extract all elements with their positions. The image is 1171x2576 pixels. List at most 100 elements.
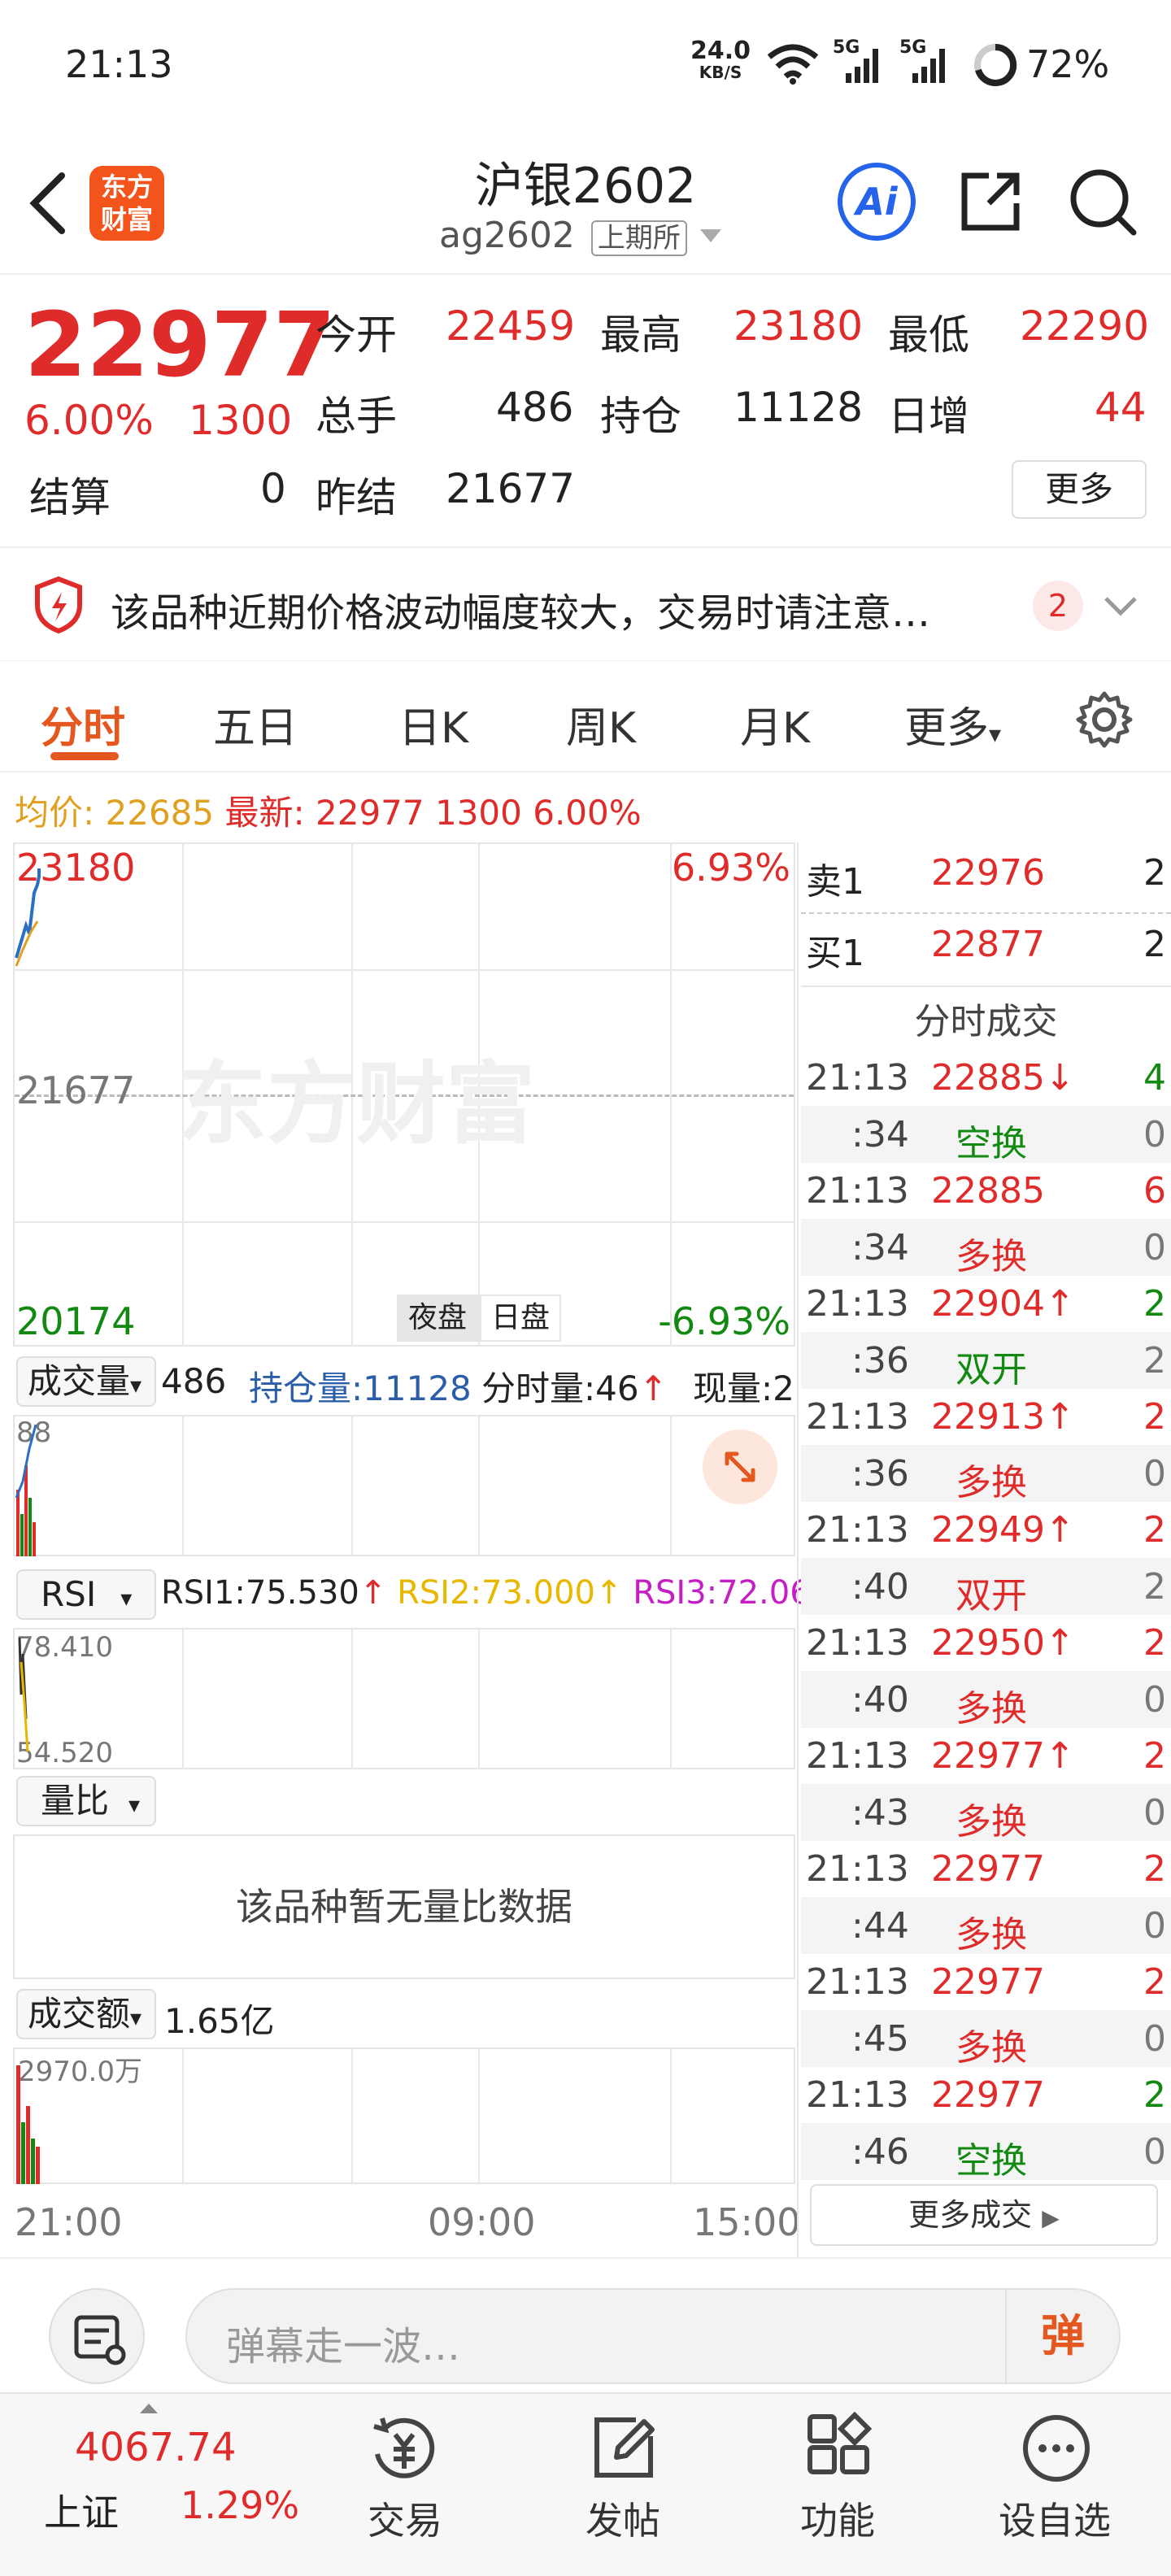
function-icon[interactable] bbox=[802, 2412, 875, 2485]
share-icon[interactable] bbox=[956, 168, 1025, 236]
battery-percent: 72% bbox=[1026, 42, 1110, 86]
trade-price: 多换 bbox=[956, 1235, 1027, 1277]
open-label: 今开 bbox=[316, 311, 397, 359]
volume-bars bbox=[15, 1424, 37, 1556]
gear-icon[interactable] bbox=[1075, 690, 1134, 749]
x-label-mid: 09:00 bbox=[428, 2200, 536, 2244]
trade-qty: 0 bbox=[1143, 1678, 1166, 1721]
risk-notice[interactable]: 该品种近期价格波动幅度较大，交易时请注意… 2 bbox=[0, 546, 1171, 660]
day-session-toggle[interactable]: 日盘 bbox=[480, 1295, 561, 1342]
trade-time: :40 bbox=[851, 1565, 909, 1608]
amount-chart[interactable]: 2970.0万 bbox=[13, 2047, 795, 2184]
divider bbox=[801, 986, 1171, 987]
volume-chart[interactable]: 88 bbox=[13, 1415, 795, 1556]
nav-function[interactable]: 功能 bbox=[800, 2491, 875, 2545]
danmu-input[interactable]: 弹幕走一波… 弹 bbox=[185, 2288, 1121, 2384]
rsi-chart[interactable]: 78.410 54.520 bbox=[13, 1628, 795, 1769]
amount-panel: 成交额▾ 1.65亿 2970.0万 bbox=[13, 1982, 795, 2184]
trade-time: :36 bbox=[851, 1452, 909, 1495]
trade-row: :36 多换 0 bbox=[801, 1444, 1171, 1503]
caret-down-icon: ▾ bbox=[130, 2004, 142, 2031]
trade-row: :34 多换 0 bbox=[801, 1218, 1171, 1277]
nav-add-watchlist[interactable]: 设自选 bbox=[999, 2491, 1111, 2545]
battery-icon bbox=[974, 43, 1017, 86]
tab-day-k[interactable]: 日K bbox=[398, 694, 468, 755]
amount-bars bbox=[16, 2065, 40, 2184]
bid-price: 22877 bbox=[931, 924, 1045, 965]
add-watchlist-icon[interactable] bbox=[1018, 2410, 1095, 2487]
expand-button[interactable] bbox=[703, 1429, 777, 1504]
more-trades-button[interactable]: 更多成交 ▶ bbox=[810, 2184, 1158, 2246]
amount-indicator-select[interactable]: 成交额▾ bbox=[16, 1989, 156, 2039]
trade-price: 22904↑ bbox=[931, 1283, 1075, 1325]
trade-time: :36 bbox=[851, 1339, 909, 1382]
intraday-chart[interactable]: 东方财富 23180 21677 20174 6.93% -6.93% 夜盘 日… bbox=[13, 842, 795, 1347]
prev-settle-value: 21677 bbox=[446, 465, 576, 512]
x-label-start: 21:00 bbox=[15, 2200, 123, 2244]
trade-price: 多换 bbox=[956, 1687, 1027, 1730]
contract-selector[interactable]: ag2602 上期所 bbox=[439, 215, 732, 263]
rsi-indicator-select[interactable]: RSI ▾ bbox=[16, 1569, 156, 1620]
eastmoney-logo: 东方 财富 bbox=[89, 166, 164, 241]
trade-qty: 2 bbox=[1143, 1622, 1166, 1664]
volume-panel: 成交量▾ 486 持仓量:11128 分时量:46↑ 现量:2 88 bbox=[13, 1350, 795, 1561]
search-icon[interactable] bbox=[1067, 166, 1138, 237]
tab-month-k[interactable]: 月K bbox=[740, 694, 810, 755]
trade-qty: 0 bbox=[1143, 1791, 1166, 1834]
latest-change: 1300 bbox=[434, 793, 522, 833]
trade-price: 空换 bbox=[956, 1122, 1027, 1164]
latest-pct: 6.00% bbox=[533, 793, 642, 833]
ratio-empty-text: 该品种暂无量比数据 bbox=[13, 1834, 795, 1979]
tab-week-k[interactable]: 周K bbox=[566, 694, 636, 755]
trade-row: 21:13 22977 2 bbox=[801, 1840, 1171, 1897]
nav-post[interactable]: 发帖 bbox=[586, 2491, 660, 2545]
index-widget[interactable]: 4067.74 上证 1.29% bbox=[0, 2394, 299, 2576]
danmu-send-button[interactable]: 弹 bbox=[1005, 2290, 1119, 2382]
daily-inc-label: 日增 bbox=[888, 393, 969, 440]
trade-qty: 6 bbox=[1143, 1170, 1166, 1212]
night-session-toggle[interactable]: 夜盘 bbox=[397, 1295, 478, 1342]
shield-icon bbox=[35, 576, 82, 634]
low-label: 最低 bbox=[888, 311, 969, 359]
tab-intraday[interactable]: 分时 bbox=[41, 694, 125, 755]
trade-row: :43 多换 0 bbox=[801, 1783, 1171, 1843]
network-speed: 24.0 KB/S bbox=[690, 37, 751, 83]
trade-price: 22885↓ bbox=[931, 1057, 1075, 1099]
trade-time: :46 bbox=[851, 2130, 909, 2173]
change-percent: 6.00% bbox=[24, 397, 154, 444]
quote-panel: 22977 6.00% 1300 结算 0 今开 22459 最高 23180 … bbox=[0, 276, 1171, 545]
tab-more[interactable]: 更多▾ bbox=[904, 694, 1001, 755]
nav-trade[interactable]: 交易 bbox=[368, 2491, 442, 2545]
trade-price: 多换 bbox=[956, 1461, 1027, 1503]
trade-price: 22913↑ bbox=[931, 1396, 1075, 1438]
danmu-settings-icon bbox=[74, 2315, 126, 2365]
volume-value: 486 bbox=[496, 384, 574, 431]
trade-price: 多换 bbox=[956, 1913, 1027, 1956]
caret-down-icon: ▾ bbox=[130, 1372, 142, 1399]
post-icon[interactable] bbox=[587, 2412, 660, 2485]
trade-icon[interactable] bbox=[368, 2412, 441, 2485]
notice-count-badge: 2 bbox=[1033, 581, 1083, 631]
trade-qty: 4 bbox=[1143, 1057, 1166, 1099]
more-button[interactable]: 更多 bbox=[1012, 460, 1147, 519]
trade-row: 21:13 22977↑ 2 bbox=[801, 1727, 1171, 1784]
tab-five-day[interactable]: 五日 bbox=[213, 694, 298, 755]
danmu-settings-button[interactable] bbox=[49, 2288, 145, 2384]
rsi-panel: RSI ▾ RSI1:75.530↑ RSI2:73.000↑ RSI3:72.0… bbox=[13, 1563, 859, 1773]
trade-time: :40 bbox=[851, 1678, 909, 1721]
page-title: 沪银2602 bbox=[474, 158, 697, 215]
trade-price: 22950↑ bbox=[931, 1622, 1075, 1664]
trade-row: 21:13 22977 2 bbox=[801, 2066, 1171, 2123]
ratio-indicator-select[interactable]: 量比 ▾ bbox=[16, 1776, 156, 1826]
back-icon[interactable] bbox=[24, 171, 73, 236]
trade-row: 21:13 22949↑ 2 bbox=[801, 1501, 1171, 1558]
trade-price: 双开 bbox=[956, 1574, 1027, 1617]
trade-row: :40 双开 2 bbox=[801, 1557, 1171, 1617]
ai-button[interactable]: Ai bbox=[838, 163, 916, 241]
oi-text: 持仓量:11128 bbox=[249, 1368, 472, 1408]
volume-indicator-select[interactable]: 成交量▾ bbox=[16, 1356, 156, 1407]
low-value: 22290 bbox=[1020, 302, 1150, 350]
trade-row: 21:13 22977 2 bbox=[801, 1953, 1171, 2010]
axis-min: 20174 bbox=[16, 1299, 136, 1343]
trade-time: 21:13 bbox=[806, 1170, 909, 1212]
